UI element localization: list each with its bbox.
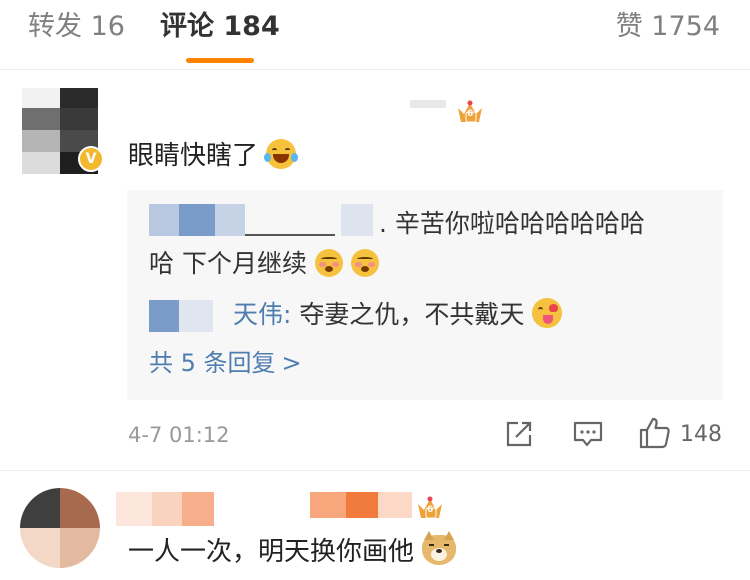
share-button[interactable] [504,414,534,454]
tab-like[interactable]: 赞 1754 [616,10,720,44]
comment-text: 眼睛快瞎了 [128,138,299,174]
chevron-right-icon: > [281,349,302,377]
tab-repost[interactable]: 转发 16 [28,10,125,44]
shy-emoji [314,249,343,277]
username-redacted[interactable] [116,492,152,526]
reply-text-cont: 哈 下个月继续 [149,247,379,281]
laugh-cry-emoji [264,139,299,169]
replies-box[interactable]: . 辛苦你啦哈哈哈哈哈哈 哈 下个月继续 天伟: 夺妻之仇，不共戴天 共 5 条… [127,190,723,400]
comment-divider [0,470,750,471]
like-count: 148 [680,422,722,447]
doge-emoji [422,531,457,565]
vip-crown-icon: 6 [456,100,484,126]
comment-button[interactable] [572,414,604,454]
reply-username-redacted[interactable] [149,300,179,332]
shy-emoji [350,249,379,277]
active-tab-indicator [186,58,254,63]
tab-comment[interactable]: 评论 184 [160,10,280,44]
verified-badge-icon: V [78,146,104,172]
more-replies-link[interactable]: 共 5 条回复 > [149,346,302,380]
reply-text: . 辛苦你啦哈哈哈哈哈哈 [379,209,645,238]
comment-text: 一人一次，明天换你画他 [128,531,457,570]
username-redacted[interactable] [410,100,446,108]
comment-tabs: 转发 16 评论 184 赞 1754 [0,0,750,70]
comment-time: 4-7 01:12 [128,423,230,447]
share-icon [506,421,532,447]
avatar[interactable] [20,488,100,568]
reply-line: 天伟: 夺妻之仇，不共戴天 [233,298,563,332]
comment-icon [573,421,603,447]
reply-username-redacted[interactable] [149,204,179,236]
yum-emoji [532,298,563,328]
vip-crown-icon: 6 [416,496,444,522]
reply-username[interactable]: 天伟: [233,300,291,329]
thumb-up-icon [639,417,670,449]
like-button[interactable] [638,414,672,454]
